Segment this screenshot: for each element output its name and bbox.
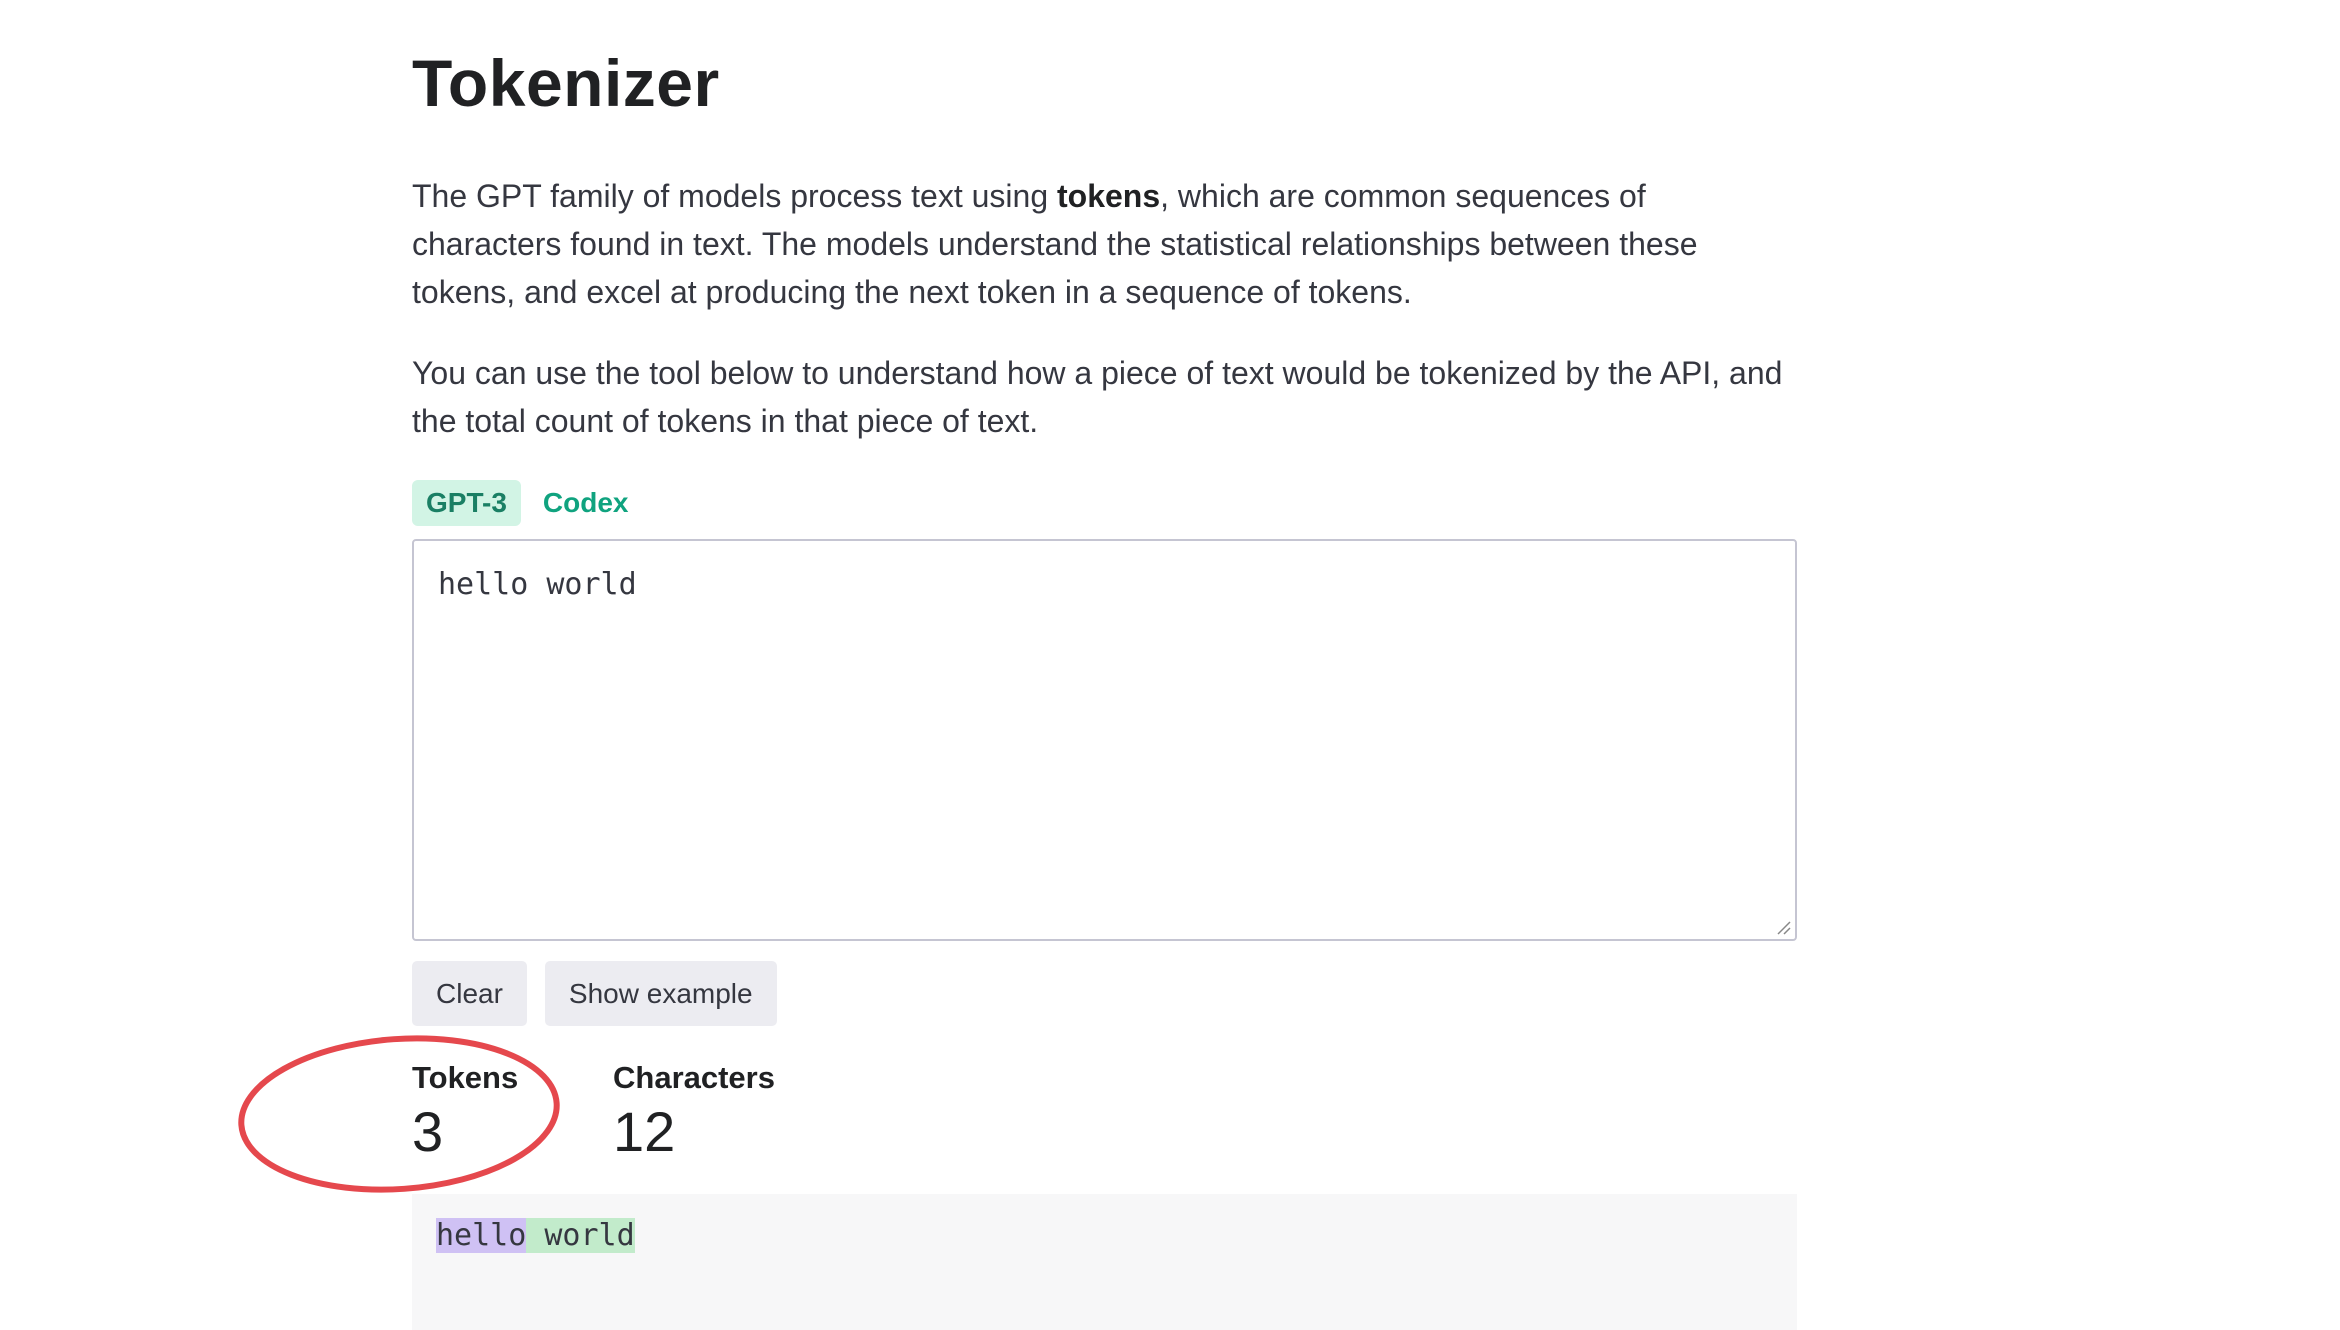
text-input[interactable]: hello world bbox=[414, 541, 1795, 939]
show-example-button[interactable]: Show example bbox=[544, 961, 777, 1026]
page-title: Tokenizer bbox=[412, 46, 720, 120]
token-output-panel: hello world bbox=[412, 1194, 1797, 1330]
characters-label: Characters bbox=[613, 1060, 775, 1095]
action-buttons: Clear Show example bbox=[412, 961, 777, 1026]
intro-bold-term: tokens bbox=[1057, 178, 1161, 214]
token-chip: hello bbox=[436, 1218, 527, 1253]
characters-count: 12 bbox=[613, 1100, 676, 1163]
annotation-ellipse bbox=[238, 1035, 560, 1193]
instructions-paragraph: You can use the tool below to understand… bbox=[412, 355, 1783, 439]
resize-handle-icon[interactable] bbox=[1775, 919, 1791, 935]
token-chip: world bbox=[526, 1218, 635, 1253]
token-output-line: hello world bbox=[436, 1218, 635, 1254]
tokenizer-page: Tokenizer The GPT family of models proce… bbox=[238, 0, 1797, 1330]
text-input-box[interactable]: hello world bbox=[412, 539, 1797, 941]
tab-codex[interactable]: Codex bbox=[529, 480, 643, 526]
model-tabs: GPT-3 Codex bbox=[412, 480, 643, 526]
intro-paragraph: The GPT family of models process text us… bbox=[412, 172, 1797, 316]
clear-button[interactable]: Clear bbox=[412, 961, 527, 1026]
intro-text-start: The GPT family of models process text us… bbox=[412, 178, 1057, 214]
tab-gpt3[interactable]: GPT-3 bbox=[412, 480, 521, 526]
characters-stat: Characters 12 bbox=[613, 1060, 775, 1162]
